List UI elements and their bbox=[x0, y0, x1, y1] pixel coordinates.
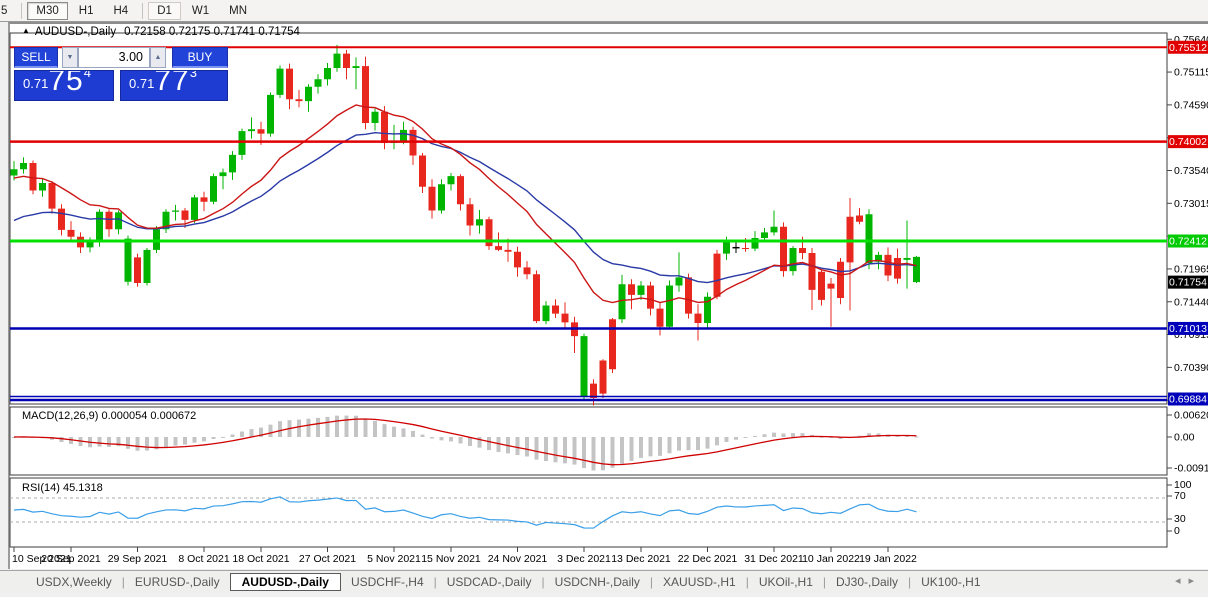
chart-title: ▲ AUDUSD-,Daily 0.72158 0.72175 0.71741 0.… bbox=[22, 26, 300, 38]
symbol-tab-USDCNH-Daily[interactable]: USDCNH-,Daily bbox=[545, 573, 650, 591]
symbol-tab-AUDUSD-Daily[interactable]: AUDUSD-,Daily bbox=[230, 573, 341, 591]
price-axis-label: 0.75115 bbox=[1174, 67, 1208, 79]
price-level-badge: 0.69884 bbox=[1169, 394, 1207, 406]
symbol-tab-USDCHF-H4[interactable]: USDCHF-,H4 bbox=[341, 573, 434, 591]
rsi-axis-label: 70 bbox=[1174, 490, 1186, 502]
date-axis-label: 31 Dec 2021 bbox=[744, 553, 804, 565]
date-axis-label: 13 Dec 2021 bbox=[611, 553, 671, 565]
chart-ohlc-values: 0.72158 0.72175 0.71741 0.71754 bbox=[124, 26, 300, 38]
date-axis-label: 19 Jan 2022 bbox=[859, 553, 917, 565]
sell-price-pip-digit: 4 bbox=[84, 70, 91, 80]
symbol-tab-EURUSD-Daily[interactable]: EURUSD-,Daily bbox=[125, 573, 230, 591]
price-level-badge: 0.72412 bbox=[1169, 236, 1207, 248]
buy-price-prefix: 0.71 bbox=[129, 76, 154, 91]
rsi-axis-label: 0 bbox=[1174, 525, 1180, 537]
macd-axis-label: 0.006201 bbox=[1174, 410, 1208, 422]
date-axis-label: 18 Oct 2021 bbox=[232, 553, 289, 565]
price-axis-label: 0.73540 bbox=[1174, 165, 1208, 177]
volume-input[interactable]: 3.00 bbox=[78, 47, 150, 68]
date-axis-label: 20 Sep 2021 bbox=[41, 553, 101, 565]
sell-price-prefix: 0.71 bbox=[23, 76, 48, 91]
volume-decrease-button[interactable]: ▼ bbox=[62, 47, 78, 68]
price-axis-label: 0.73015 bbox=[1174, 198, 1208, 210]
price-axis-label: 0.74590 bbox=[1174, 99, 1208, 111]
rsi-axis-label: 30 bbox=[1174, 513, 1186, 525]
date-axis-label: 5 Nov 2021 bbox=[367, 553, 421, 565]
price-level-badge: 0.75512 bbox=[1169, 42, 1207, 54]
symbol-tab-DJ30-Daily[interactable]: DJ30-,Daily bbox=[826, 573, 908, 591]
date-axis-label: 15 Nov 2021 bbox=[421, 553, 481, 565]
date-axis-label: 10 Jan 2022 bbox=[802, 553, 860, 565]
trading-platform-window: 5M30H1H4D1W1MN 0.756400.751150.745900.73… bbox=[0, 0, 1208, 597]
macd-indicator-label: MACD(12,26,9) 0.000054 0.000672 bbox=[22, 410, 196, 422]
symbol-tab-UK100-H1[interactable]: UK100-,H1 bbox=[911, 573, 990, 591]
sell-button[interactable]: SELL bbox=[14, 47, 58, 68]
symbol-tab-bar: USDX,Weekly|EURUSD-,DailyAUDUSD-,DailyUS… bbox=[0, 570, 1208, 592]
collapse-triangle-icon: ▲ bbox=[22, 26, 30, 35]
symbol-tab-USDCAD-Daily[interactable]: USDCAD-,Daily bbox=[437, 573, 542, 591]
date-axis-label: 27 Oct 2021 bbox=[299, 553, 356, 565]
sell-price-button[interactable]: 0.71754 bbox=[14, 70, 114, 101]
tab-scroll-arrows[interactable]: ◂▸ bbox=[1175, 574, 1202, 587]
date-axis-label: 24 Nov 2021 bbox=[488, 553, 548, 565]
chart-symbol-label: AUDUSD-,Daily bbox=[35, 26, 116, 38]
price-level-badge: 0.74002 bbox=[1169, 136, 1207, 148]
price-axis-label: 0.71965 bbox=[1174, 263, 1208, 275]
symbol-tab-XAUUSD-H1[interactable]: XAUUSD-,H1 bbox=[653, 573, 746, 591]
buy-price-button[interactable]: 0.71773 bbox=[120, 70, 228, 101]
volume-increase-button[interactable]: ▲ bbox=[150, 47, 166, 68]
buy-price-big-digits: 77 bbox=[154, 70, 189, 97]
price-axis-label: 0.71440 bbox=[1174, 296, 1208, 308]
symbol-tab-UKOil-H1[interactable]: UKOil-,H1 bbox=[749, 573, 823, 591]
price-level-badge: 0.71013 bbox=[1169, 323, 1207, 335]
one-click-trading-panel: SELL ▼ 3.00 ▲ BUY 0.71754 0.71773 bbox=[14, 47, 228, 101]
date-axis-label: 8 Oct 2021 bbox=[178, 553, 230, 565]
date-axis-label: 29 Sep 2021 bbox=[108, 553, 168, 565]
symbol-tab-USDX-Weekly[interactable]: USDX,Weekly bbox=[26, 573, 122, 591]
buy-price-pip-digit: 3 bbox=[190, 70, 197, 80]
macd-axis-label: -0.009197 bbox=[1174, 463, 1208, 475]
buy-button[interactable]: BUY bbox=[172, 47, 228, 68]
price-axis-label: 0.70390 bbox=[1174, 362, 1208, 374]
price-level-badge: 0.71754 bbox=[1169, 277, 1207, 289]
date-axis-label: 3 Dec 2021 bbox=[557, 553, 611, 565]
date-axis-label: 22 Dec 2021 bbox=[678, 553, 738, 565]
macd-axis-label: 0.00 bbox=[1174, 432, 1195, 444]
rsi-indicator-label: RSI(14) 45.1318 bbox=[22, 482, 103, 494]
sell-price-big-digits: 75 bbox=[48, 70, 83, 97]
